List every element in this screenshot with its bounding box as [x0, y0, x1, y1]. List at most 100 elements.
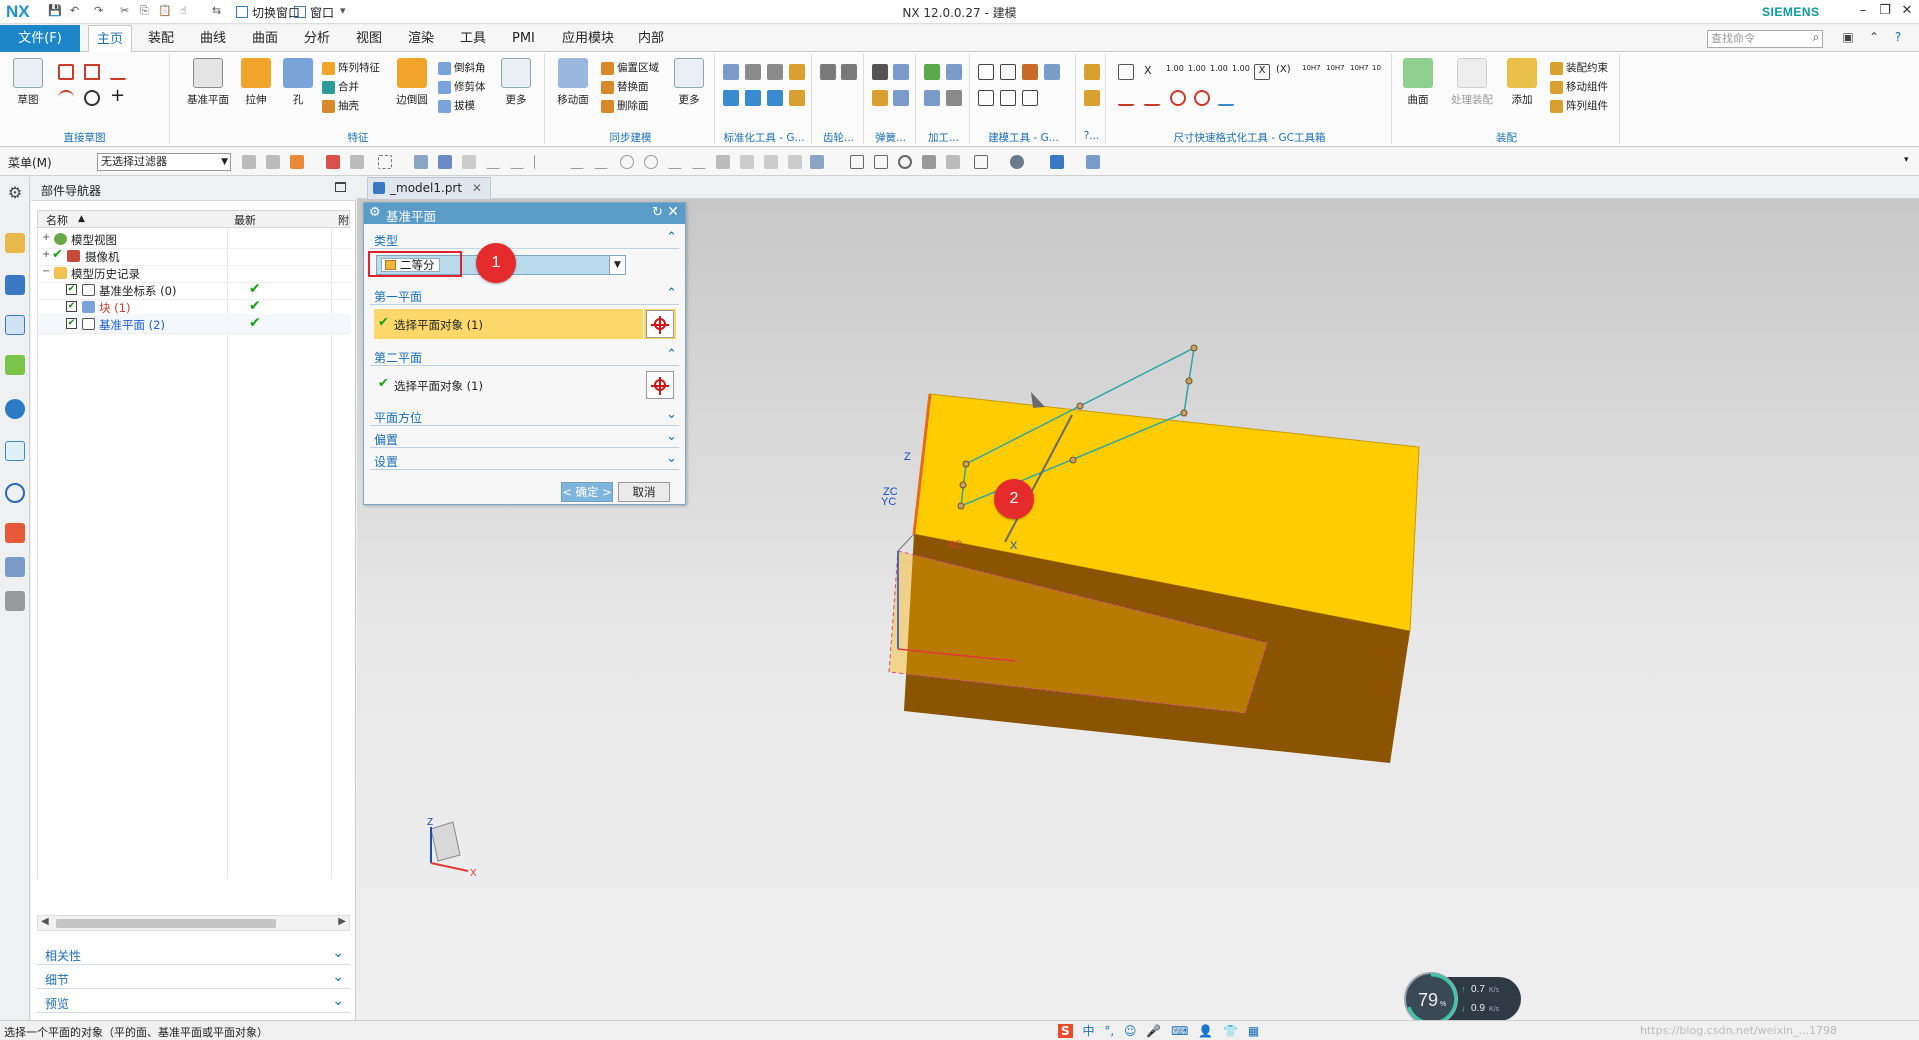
orient-view-icon[interactable] — [1050, 155, 1064, 169]
tab-render[interactable]: 渲染 — [400, 25, 442, 52]
more-feature-button[interactable]: 更多 — [494, 58, 538, 107]
visibility-checkbox[interactable]: ✔ — [66, 301, 77, 312]
scroll-left-icon[interactable]: ◀ — [41, 916, 49, 927]
draft-button[interactable]: 拔模 — [438, 98, 475, 115]
dimension-tool-icon[interactable]: (X) — [1276, 64, 1292, 80]
section-dependencies[interactable]: 相关性 ⌄ — [37, 943, 350, 965]
plane-picker-button[interactable] — [646, 371, 674, 399]
column-latest[interactable]: 最新 — [234, 212, 256, 228]
dimension-tool-icon[interactable]: 1.00 — [1188, 64, 1206, 80]
fit-view-icon[interactable] — [850, 155, 864, 169]
dimension-tool-icon[interactable]: X — [1144, 64, 1160, 80]
tree-row[interactable]: ✔ 基准平面 (2) ✔ — [38, 314, 351, 334]
dimension-tool-icon[interactable]: 10H7 — [1350, 64, 1369, 80]
roles-icon[interactable] — [5, 557, 25, 577]
view-icon[interactable] — [414, 155, 428, 169]
tool-icon[interactable] — [723, 64, 739, 80]
snap-point-icon[interactable] — [668, 155, 682, 169]
shell-button[interactable]: 抽壳 — [322, 98, 359, 115]
process-assembly-button[interactable]: 处理装配 — [1450, 58, 1494, 107]
dimension-tool-icon[interactable]: X — [1254, 64, 1270, 80]
dimension-tool-icon[interactable] — [1170, 90, 1186, 106]
redo-icon[interactable]: ↷ — [94, 4, 103, 17]
modeling-tool-icon[interactable] — [1000, 90, 1016, 106]
assembly-navigator-icon[interactable] — [5, 233, 25, 253]
dimension-tool-icon[interactable] — [1118, 90, 1134, 106]
type-filter-select[interactable]: 无选择过滤器 ▼ — [97, 153, 231, 171]
command-search-input[interactable]: 查找命令 — [1707, 30, 1823, 48]
cut-icon[interactable]: ✂ — [120, 4, 129, 17]
snap-point-icon[interactable] — [788, 155, 802, 169]
machining-icon[interactable] — [924, 90, 940, 106]
snap-point-icon[interactable] — [594, 155, 608, 169]
tool-icon[interactable] — [789, 64, 805, 80]
search-icon[interactable]: ⌕ — [1808, 30, 1824, 46]
handle-point[interactable] — [1185, 377, 1193, 385]
system-scenes-icon[interactable] — [5, 591, 25, 611]
modeling-tool-icon[interactable] — [1044, 64, 1060, 80]
minimize-button[interactable]: – — [1852, 3, 1874, 18]
machining-icon[interactable] — [924, 64, 940, 80]
datum-plane-button[interactable]: 基准平面 — [186, 58, 230, 107]
point-icon[interactable]: + — [110, 87, 126, 105]
tab-analysis[interactable]: 分析 — [296, 25, 338, 52]
gear-icon[interactable] — [841, 64, 857, 80]
edge-blend-button[interactable]: 边倒圆 — [390, 58, 434, 107]
tool-icon[interactable] — [1084, 90, 1100, 106]
chevron-down-icon[interactable]: ▾ — [1904, 155, 1918, 169]
layout-icon[interactable] — [974, 155, 988, 169]
profile-icon[interactable] — [58, 64, 74, 80]
replace-face-button[interactable]: 替换面 — [601, 79, 649, 96]
rotate-icon[interactable] — [898, 155, 912, 169]
spring-icon[interactable] — [872, 90, 888, 106]
tab-view[interactable]: 视图 — [348, 25, 390, 52]
dimension-tool-icon[interactable]: 1.00 — [1166, 64, 1184, 80]
snap-point-icon[interactable] — [510, 155, 524, 169]
expand-icon[interactable]: + — [42, 232, 50, 243]
window-menu-button[interactable]: 窗口 — [310, 4, 334, 21]
dimension-tool-icon[interactable]: 10H7 — [1326, 64, 1345, 80]
tab-tools[interactable]: 工具 — [452, 25, 494, 52]
snap-point-icon[interactable] — [620, 155, 634, 169]
collapse-icon[interactable]: − — [42, 266, 50, 277]
pattern-component-button[interactable]: 阵列组件 — [1550, 98, 1608, 115]
section-type[interactable]: 类型 ⌃ — [370, 229, 679, 249]
close-button[interactable]: ✕ — [1896, 3, 1918, 18]
file-menu-button[interactable]: 文件(F) — [0, 25, 80, 52]
second-plane-selector[interactable]: ✔ 选择平面对象 (1) — [374, 370, 676, 400]
move-face-button[interactable]: 移动面 — [551, 58, 595, 107]
dimension-tool-icon[interactable] — [1118, 64, 1134, 80]
reuse-library-icon[interactable] — [5, 355, 25, 375]
dimension-tool-icon[interactable]: 1.00 — [1210, 64, 1228, 80]
snap-icon[interactable] — [350, 155, 364, 169]
close-icon[interactable]: ✕ — [667, 204, 679, 220]
visibility-checkbox[interactable]: ✔ — [66, 318, 77, 329]
circle-icon[interactable] — [84, 90, 100, 106]
scroll-right-icon[interactable]: ▶ — [338, 916, 346, 927]
paste-icon[interactable]: 📋 — [158, 4, 172, 17]
spring-icon[interactable] — [893, 64, 909, 80]
gear-icon[interactable] — [820, 64, 836, 80]
snap-point-icon[interactable] — [570, 155, 584, 169]
pattern-feature-button[interactable]: 阵列特征 — [322, 60, 380, 77]
add-component-button[interactable]: 添加 — [1500, 58, 1544, 107]
visibility-checkbox[interactable]: ✔ — [66, 284, 77, 295]
snap-point-icon[interactable] — [462, 155, 476, 169]
tab-internal[interactable]: 内部 — [630, 25, 672, 52]
maximize-icon[interactable] — [335, 182, 346, 192]
section-second-plane[interactable]: 第二平面 ⌃ — [370, 346, 679, 366]
section-plane-orientation[interactable]: 平面方位 ⌄ — [370, 406, 679, 426]
dimension-tool-icon[interactable] — [1194, 90, 1210, 106]
modeling-tool-icon[interactable] — [1000, 64, 1016, 80]
dimension-tool-icon[interactable]: 1.00 — [1232, 64, 1250, 80]
web-browser-icon[interactable] — [5, 441, 25, 461]
spring-icon[interactable] — [893, 90, 909, 106]
selection-box-icon[interactable] — [378, 155, 392, 169]
gear-icon[interactable]: ⚙ — [369, 205, 381, 220]
ime-punctuation[interactable]: °, — [1104, 1024, 1114, 1038]
section-first-plane[interactable]: 第一平面 ⌃ — [370, 285, 679, 305]
restore-button[interactable]: ❐ — [1874, 3, 1896, 18]
snap-point-icon[interactable] — [810, 155, 824, 169]
machining-icon[interactable] — [946, 64, 962, 80]
section-offset[interactable]: 偏置 ⌄ — [370, 428, 679, 448]
